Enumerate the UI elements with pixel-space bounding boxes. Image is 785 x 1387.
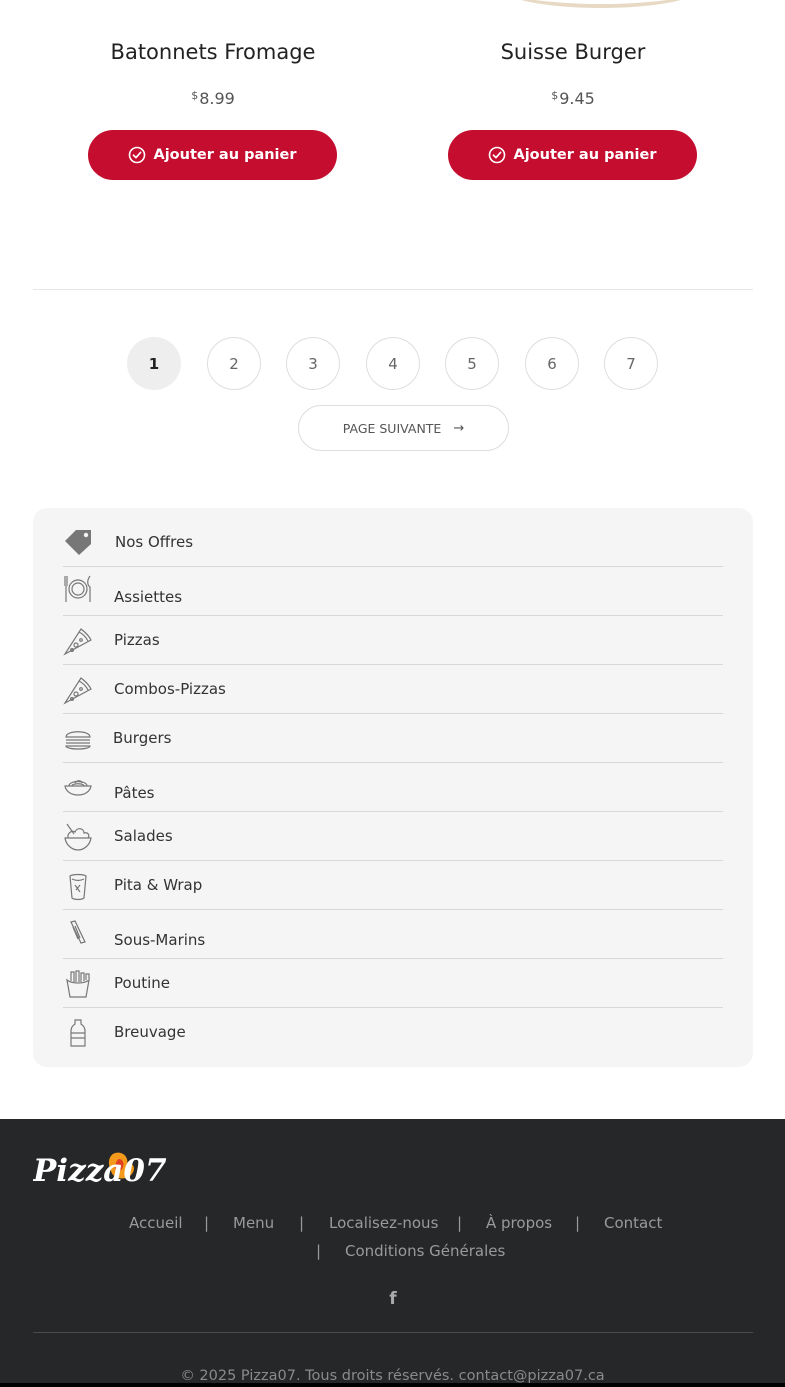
salad-bowl-icon bbox=[63, 822, 93, 852]
copyright-text: © 2025 Pizza07. Tous droits réservés. co… bbox=[180, 1368, 605, 1384]
burger-icon bbox=[63, 724, 93, 754]
page-1-button[interactable]: 1 bbox=[127, 337, 181, 390]
category-label: Nos Offres bbox=[115, 533, 194, 551]
category-item-nos-offres[interactable]: Nos Offres bbox=[63, 520, 723, 567]
next-page-label: PAGE SUIVANTE bbox=[342, 420, 442, 436]
page-3-button[interactable]: 3 bbox=[286, 337, 340, 390]
footer-link-contact[interactable]: Contact bbox=[604, 1214, 662, 1232]
product-grid: Batonnets Fromage $8.99 Ajouter au panie… bbox=[33, 0, 753, 290]
category-list: Nos Offres Assiettes Pizzas Combos-Pizza… bbox=[33, 508, 753, 1067]
fries-icon bbox=[63, 969, 93, 999]
separator: | bbox=[457, 1214, 463, 1232]
footer-link-menu[interactable]: Menu bbox=[233, 1214, 274, 1232]
category-label: Salades bbox=[114, 827, 173, 845]
category-label: Breuvage bbox=[114, 1023, 186, 1041]
category-label: Poutine bbox=[114, 974, 170, 992]
pagination: 1 2 3 4 5 6 7 bbox=[127, 337, 667, 391]
category-item-burgers[interactable]: Burgers bbox=[63, 714, 723, 763]
pizza07-logo[interactable]: Pizza07 bbox=[32, 1149, 173, 1189]
plate-icon bbox=[63, 574, 93, 604]
category-label: Pita & Wrap bbox=[114, 876, 203, 894]
category-label: Pizzas bbox=[114, 631, 160, 649]
category-item-poutine[interactable]: Poutine bbox=[63, 959, 723, 1008]
category-item-sous-marins[interactable]: Sous-Marins bbox=[63, 910, 723, 959]
facebook-icon[interactable]: f bbox=[385, 1289, 401, 1309]
footer-divider bbox=[33, 1332, 753, 1333]
category-item-pizzas[interactable]: Pizzas bbox=[63, 616, 723, 665]
category-item-pita-wrap[interactable]: Pita & Wrap bbox=[63, 861, 723, 910]
separator: | bbox=[575, 1214, 581, 1232]
page-4-button[interactable]: 4 bbox=[366, 337, 420, 390]
next-page-button[interactable]: PAGE SUIVANTE → bbox=[298, 405, 509, 451]
footer-link-a-propos[interactable]: À propos bbox=[486, 1214, 552, 1232]
add-to-cart-button[interactable]: Ajouter au panier bbox=[448, 130, 697, 180]
footer-link-localisez-nous[interactable]: Localisez-nous bbox=[329, 1214, 438, 1232]
currency-symbol: $ bbox=[191, 89, 199, 102]
product-name[interactable]: Suisse Burger bbox=[448, 40, 698, 64]
check-circle-icon bbox=[129, 146, 146, 164]
product-name[interactable]: Batonnets Fromage bbox=[88, 40, 338, 64]
category-item-assiettes[interactable]: Assiettes bbox=[63, 567, 723, 616]
separator: | bbox=[316, 1242, 322, 1260]
category-label: Pâtes bbox=[114, 784, 155, 802]
page-7-button[interactable]: 7 bbox=[604, 337, 658, 390]
bottom-bar bbox=[0, 1383, 785, 1387]
page-5-button[interactable]: 5 bbox=[445, 337, 499, 390]
add-to-cart-button[interactable]: Ajouter au panier bbox=[88, 130, 337, 180]
category-item-breuvage[interactable]: Breuvage bbox=[63, 1008, 723, 1055]
add-to-cart-label: Ajouter au panier bbox=[513, 147, 657, 163]
logo-wordmark: Pizza07 bbox=[33, 1153, 167, 1187]
footer-link-conditions-generales[interactable]: Conditions Générales bbox=[345, 1242, 505, 1260]
price-value: 9.45 bbox=[559, 89, 595, 108]
category-label: Sous-Marins bbox=[114, 931, 206, 949]
category-label: Combos-Pizzas bbox=[114, 680, 226, 698]
wrap-icon bbox=[63, 871, 93, 901]
product-price: $8.99 bbox=[88, 89, 338, 108]
bottle-icon bbox=[63, 1018, 93, 1048]
pizza-slice-icon bbox=[63, 675, 93, 705]
product-image-edge bbox=[501, 0, 701, 8]
category-item-combos-pizzas[interactable]: Combos-Pizzas bbox=[63, 665, 723, 714]
separator: | bbox=[204, 1214, 210, 1232]
price-value: 8.99 bbox=[199, 89, 235, 108]
pizza-slice-icon bbox=[63, 626, 93, 656]
sub-sandwich-icon bbox=[63, 918, 93, 948]
site-footer: Pizza07 Accueil | Menu | Localisez-nous … bbox=[0, 1119, 785, 1387]
category-item-pates[interactable]: Pâtes bbox=[63, 763, 723, 812]
arrow-right-icon: → bbox=[453, 420, 465, 436]
product-price: $9.45 bbox=[448, 89, 698, 108]
currency-symbol: $ bbox=[551, 89, 559, 102]
category-label: Burgers bbox=[113, 729, 172, 747]
tag-icon bbox=[63, 526, 93, 556]
page-2-button[interactable]: 2 bbox=[207, 337, 261, 390]
pasta-icon bbox=[63, 771, 93, 801]
footer-link-accueil[interactable]: Accueil bbox=[129, 1214, 183, 1232]
check-circle-icon bbox=[489, 146, 506, 164]
page-6-button[interactable]: 6 bbox=[525, 337, 579, 390]
category-item-salades[interactable]: Salades bbox=[63, 812, 723, 861]
category-label: Assiettes bbox=[114, 588, 183, 606]
add-to-cart-label: Ajouter au panier bbox=[153, 147, 297, 163]
separator: | bbox=[299, 1214, 305, 1232]
